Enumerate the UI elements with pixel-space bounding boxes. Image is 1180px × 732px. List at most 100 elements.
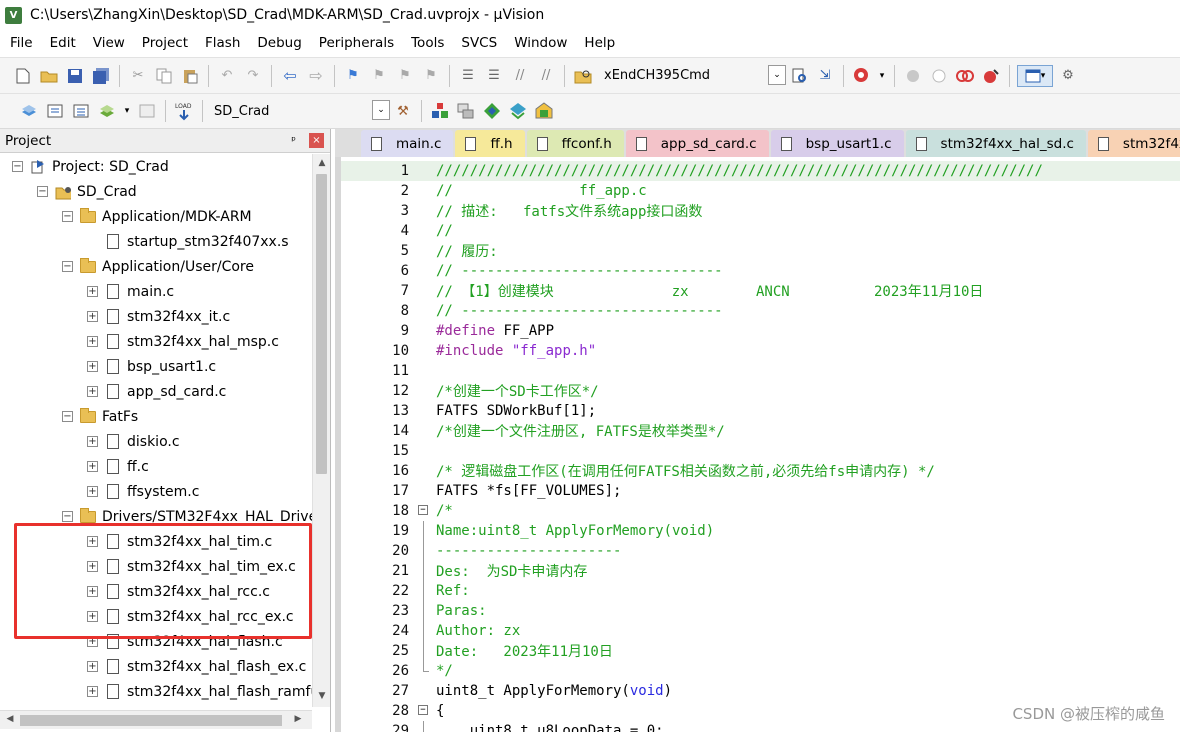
expand-icon[interactable]: + [87,661,98,672]
menu-debug[interactable]: Debug [247,35,308,51]
chevron-down-icon[interactable]: ▾ [877,65,887,87]
menu-view[interactable]: View [83,35,132,51]
tree-item[interactable]: + bsp_usart1.c [0,354,216,379]
chevron-down-icon[interactable]: ⌄ [768,64,786,85]
build-icon[interactable] [44,100,66,122]
editor-tab[interactable]: stm32f4xx_hal_sd.c [905,130,1086,157]
menu-project[interactable]: Project [132,35,195,51]
fold-toggle-icon[interactable]: − [418,505,428,515]
debug-session-icon[interactable] [851,65,873,87]
software-components-icon[interactable] [533,100,555,122]
next-bookmark-icon[interactable]: ⚑ [394,65,416,87]
menu-tools[interactable]: Tools [401,35,451,51]
tree-item[interactable]: + ff.c [0,454,149,479]
incremental-find-icon[interactable]: ⇲ [814,65,836,87]
expand-icon[interactable]: + [87,436,98,447]
expand-icon[interactable]: + [87,461,98,472]
editor-tab[interactable]: app_sd_card.c [625,130,769,157]
save-icon[interactable] [64,65,86,87]
copy-icon[interactable] [153,65,175,87]
expand-icon[interactable]: + [87,286,98,297]
breakpoint-kill-all-icon[interactable] [980,65,1002,87]
code-area[interactable]: 1///////////////////////////////////////… [335,157,1180,732]
expand-icon[interactable]: + [87,311,98,322]
editor-tab[interactable]: stm32f4xx_hal_ [1087,130,1180,157]
file-extensions-icon[interactable] [455,100,477,122]
rebuild-icon[interactable] [70,100,92,122]
expand-icon[interactable]: + [87,486,98,497]
navigate-forward-icon[interactable]: ⇨ [305,65,327,87]
collapse-icon[interactable]: − [62,261,73,272]
tree-item[interactable]: + stm32f4xx_it.c [0,304,230,329]
window-layout-icon[interactable]: ▾ [1017,64,1053,87]
new-file-icon[interactable] [12,65,34,87]
pack-installer-icon[interactable] [481,100,503,122]
pin-icon[interactable]: ᵖ [291,134,296,147]
scroll-thumb[interactable] [316,174,327,474]
collapse-icon[interactable]: − [37,186,48,197]
find-icon[interactable] [788,65,810,87]
tree-item[interactable]: − Project: SD_Crad [0,154,169,179]
tree-item[interactable]: + diskio.c [0,429,180,454]
tree-item[interactable]: + ffsystem.c [0,479,199,504]
save-all-icon[interactable] [90,65,112,87]
tree-item[interactable]: − SD_Crad [0,179,137,204]
configure-icon[interactable]: ⚙ [1057,65,1079,87]
tree-item[interactable]: − Application/MDK-ARM [0,204,252,229]
scroll-down-icon[interactable]: ▼ [314,688,330,705]
open-file-icon[interactable] [38,65,60,87]
close-icon[interactable]: × [309,133,324,148]
scroll-up-icon[interactable]: ▲ [314,155,330,172]
indent-icon[interactable]: ☰ [457,65,479,87]
breakpoint-enable-icon[interactable] [928,65,950,87]
tree-item[interactable]: + stm32f4xx_hal_msp.c [0,329,279,354]
tree-item[interactable]: − Application/User/Core [0,254,254,279]
menu-edit[interactable]: Edit [40,35,83,51]
batch-build-icon[interactable] [96,100,118,122]
menu-file[interactable]: File [0,35,40,51]
menu-window[interactable]: Window [504,35,574,51]
editor-tab[interactable]: ff.h [455,130,525,157]
tree-item[interactable]: + main.c [0,279,174,304]
breakpoint-disable-all-icon[interactable] [954,65,976,87]
breakpoint-insert-icon[interactable] [902,65,924,87]
unindent-icon[interactable]: ☰ [483,65,505,87]
redo-icon[interactable]: ↷ [242,65,264,87]
scroll-thumb[interactable] [20,715,282,726]
menu-svcs[interactable]: SVCS [451,35,504,51]
target-options-icon[interactable]: ⚒ [392,100,414,122]
tree-item[interactable]: startup_stm32f407xx.s [0,229,289,254]
comment-icon[interactable]: // [509,65,531,87]
expand-icon[interactable]: + [87,386,98,397]
paste-icon[interactable] [179,65,201,87]
manage-components-icon[interactable] [429,100,451,122]
clear-bookmarks-icon[interactable]: ⚑ [420,65,442,87]
find-in-files-icon[interactable] [572,65,594,87]
target-select[interactable]: SD_Crad ⌄ [208,100,390,122]
scroll-right-icon[interactable]: ▶ [290,711,306,728]
prev-bookmark-icon[interactable]: ⚑ [368,65,390,87]
expand-icon[interactable]: + [87,361,98,372]
uncomment-icon[interactable]: // [535,65,557,87]
navigate-back-icon[interactable]: ⇦ [279,65,301,87]
collapse-icon[interactable]: − [12,161,23,172]
scroll-left-icon[interactable]: ◀ [2,711,18,728]
tree-item[interactable]: + stm32f4xx_hal_flash_ramfunc.c [0,679,313,704]
editor-tab[interactable]: main.c [361,130,454,157]
tree-item[interactable]: + stm32f4xx_hal_flash_ex.c [0,654,306,679]
find-combo[interactable]: xEndCH395Cmd ⌄ [598,64,786,87]
editor-tab[interactable]: bsp_usart1.c [770,130,904,157]
menu-help[interactable]: Help [574,35,622,51]
cut-icon[interactable]: ✂ [127,65,149,87]
collapse-icon[interactable]: − [62,511,73,522]
tree-item[interactable]: + app_sd_card.c [0,379,226,404]
chevron-down-icon[interactable]: ⌄ [372,100,390,120]
stop-build-icon[interactable] [136,100,158,122]
collapse-icon[interactable]: − [62,411,73,422]
expand-icon[interactable]: + [87,686,98,697]
bookmark-icon[interactable]: ⚑ [342,65,364,87]
tree-item[interactable]: − FatFs [0,404,138,429]
download-icon[interactable]: LOAD [173,100,195,122]
menu-flash[interactable]: Flash [195,35,247,51]
vertical-scrollbar[interactable]: ▲ ▼ [312,154,330,707]
